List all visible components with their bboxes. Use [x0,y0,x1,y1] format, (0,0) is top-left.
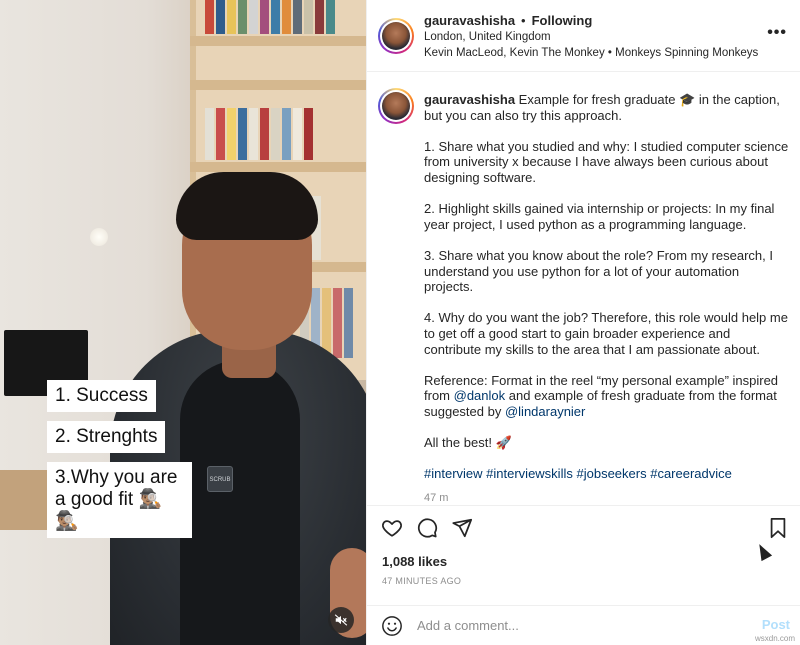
hashtag-link[interactable]: #jobseekers [576,466,646,481]
person-hair [176,172,318,240]
author-username[interactable]: gauravashisha [424,13,515,29]
header-info: gauravashisha • Following London, United… [424,13,758,61]
more-options-button[interactable]: ••• [767,25,787,41]
overlay-text-3: 3.Why you are a good fit 🕵🏽‍♂️🕵🏽‍♂️ [47,462,192,538]
action-bar: 1,088 likes 47 MINUTES AGO [367,505,800,605]
caption-closing: All the best! 🚀 [424,435,512,451]
author-avatar[interactable] [378,18,414,54]
shelf [190,36,366,46]
caption-text: gauravashisha Example for fresh graduate… [424,92,790,507]
comment-input[interactable] [417,614,737,636]
speaker-muted-icon [334,614,348,626]
audio-track[interactable]: Kevin MacLeod, Kevin The Monkey • Monkey… [424,45,758,61]
comment-bar: Post wsxdn.com [367,605,800,645]
post-header: gauravashisha • Following London, United… [367,0,800,72]
books [205,108,313,160]
mute-button[interactable] [328,607,354,633]
like-count[interactable]: 1,088 likes [382,554,447,569]
hashtag-link[interactable]: #careeradvice [650,466,732,481]
jacket-badge: SCRUB [207,466,233,492]
caption-point-2: 2. Highlight skills gained via internshi… [424,201,775,232]
emoji-button[interactable] [381,615,403,642]
instagram-post-view: SCRUB 1. Success 2. Strenghts 3.Why you … [0,0,800,645]
overlay-text-1: 1. Success [47,380,156,412]
post-timestamp: 47 MINUTES AGO [382,576,462,586]
caption-username[interactable]: gauravashisha [424,92,515,107]
share-paper-plane-icon[interactable] [451,517,473,539]
separator-dot: • [521,13,526,28]
books [205,0,335,34]
like-heart-icon[interactable] [381,517,403,539]
smiley-icon [382,616,402,636]
shelf [190,162,366,172]
caption-avatar[interactable] [378,88,414,124]
reel-video[interactable]: SCRUB 1. Success 2. Strenghts 3.Why you … [0,0,366,645]
post-comment-button[interactable]: Post [762,617,790,632]
mention-link[interactable]: @lindaraynier [505,404,585,419]
hashtag-link[interactable]: #interviewskills [486,466,573,481]
post-location[interactable]: London, United Kingdom [424,29,758,45]
post-sidebar: gauravashisha • Following London, United… [366,0,800,645]
caption-point-4: 4. Why do you want the job? Therefore, t… [424,310,788,357]
caption-point-3: 3. Share what you know about the role? F… [424,247,774,295]
following-button[interactable]: Following [532,13,593,29]
person-shirt [180,360,300,645]
ceiling-light [90,228,108,246]
hashtag-link[interactable]: #interview [424,466,483,481]
overlay-text-2: 2. Strenghts [47,421,166,453]
watermark: wsxdn.com [754,634,795,643]
caption-point-1: 1. Share what you studied and why: I stu… [424,138,789,185]
save-bookmark-icon[interactable] [768,517,788,539]
mention-link[interactable]: @danlok [454,388,506,403]
shelf [190,80,366,90]
comment-icon[interactable] [416,517,438,539]
